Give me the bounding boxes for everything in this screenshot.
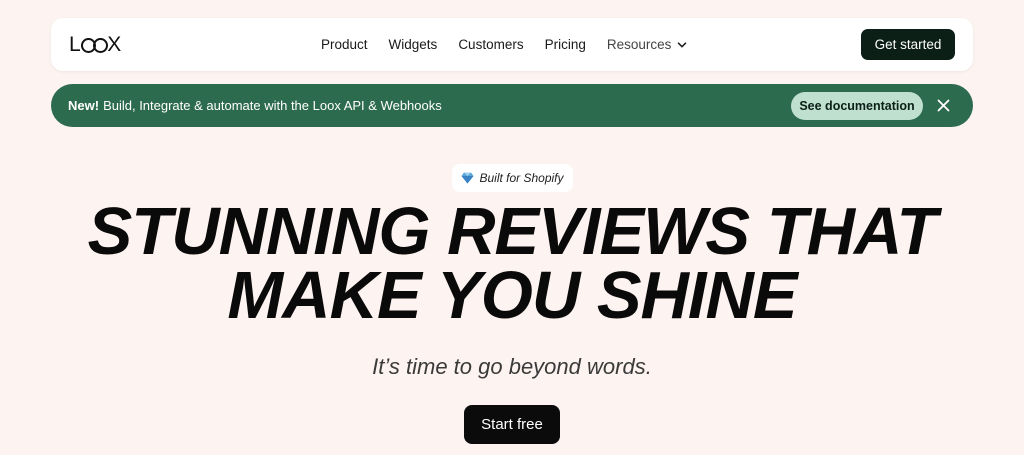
close-icon[interactable] bbox=[936, 98, 951, 113]
loox-logo[interactable]: L X bbox=[69, 33, 122, 57]
nav-link-pricing[interactable]: Pricing bbox=[545, 37, 586, 52]
nav-link-widgets[interactable]: Widgets bbox=[389, 37, 438, 52]
badge-label: Built for Shopify bbox=[479, 171, 564, 185]
nav-links: Product Widgets Customers Pricing Resour… bbox=[321, 18, 708, 71]
headline-line-1: STUNNING REVIEWS THAT bbox=[87, 194, 938, 269]
landing-page: L X Product Widgets Customers Pricing Re… bbox=[0, 0, 1024, 455]
get-started-button[interactable]: Get started bbox=[861, 29, 955, 60]
logo-oo bbox=[80, 37, 108, 53]
nav-link-resources-label: Resources bbox=[606, 37, 672, 52]
see-documentation-button[interactable]: See documentation bbox=[791, 92, 923, 120]
logo-x: X bbox=[107, 33, 122, 56]
built-for-shopify-badge: Built for Shopify bbox=[452, 164, 573, 192]
logo-ring-2 bbox=[92, 37, 108, 53]
top-navbar: L X Product Widgets Customers Pricing Re… bbox=[51, 18, 973, 71]
nav-link-customers[interactable]: Customers bbox=[458, 37, 523, 52]
nav-link-resources[interactable]: Resources bbox=[607, 37, 688, 52]
banner-message-text: Build, Integrate & automate with the Loo… bbox=[103, 98, 442, 113]
hero-headline: STUNNING REVIEWS THAT MAKE YOU SHINE bbox=[0, 194, 1024, 333]
banner-message: New! Build, Integrate & automate with th… bbox=[68, 84, 442, 127]
start-free-button[interactable]: Start free bbox=[464, 405, 560, 444]
banner-new-label: New! bbox=[68, 98, 100, 113]
announcement-banner: New! Build, Integrate & automate with th… bbox=[51, 84, 973, 127]
logo-l: L bbox=[69, 33, 82, 56]
headline-line-2: MAKE YOU SHINE bbox=[227, 258, 797, 333]
hero-subheadline: It’s time to go beyond words. bbox=[372, 354, 652, 379]
nav-link-product[interactable]: Product bbox=[321, 37, 368, 52]
chevron-down-icon bbox=[678, 41, 687, 47]
diamond-icon bbox=[461, 172, 474, 184]
